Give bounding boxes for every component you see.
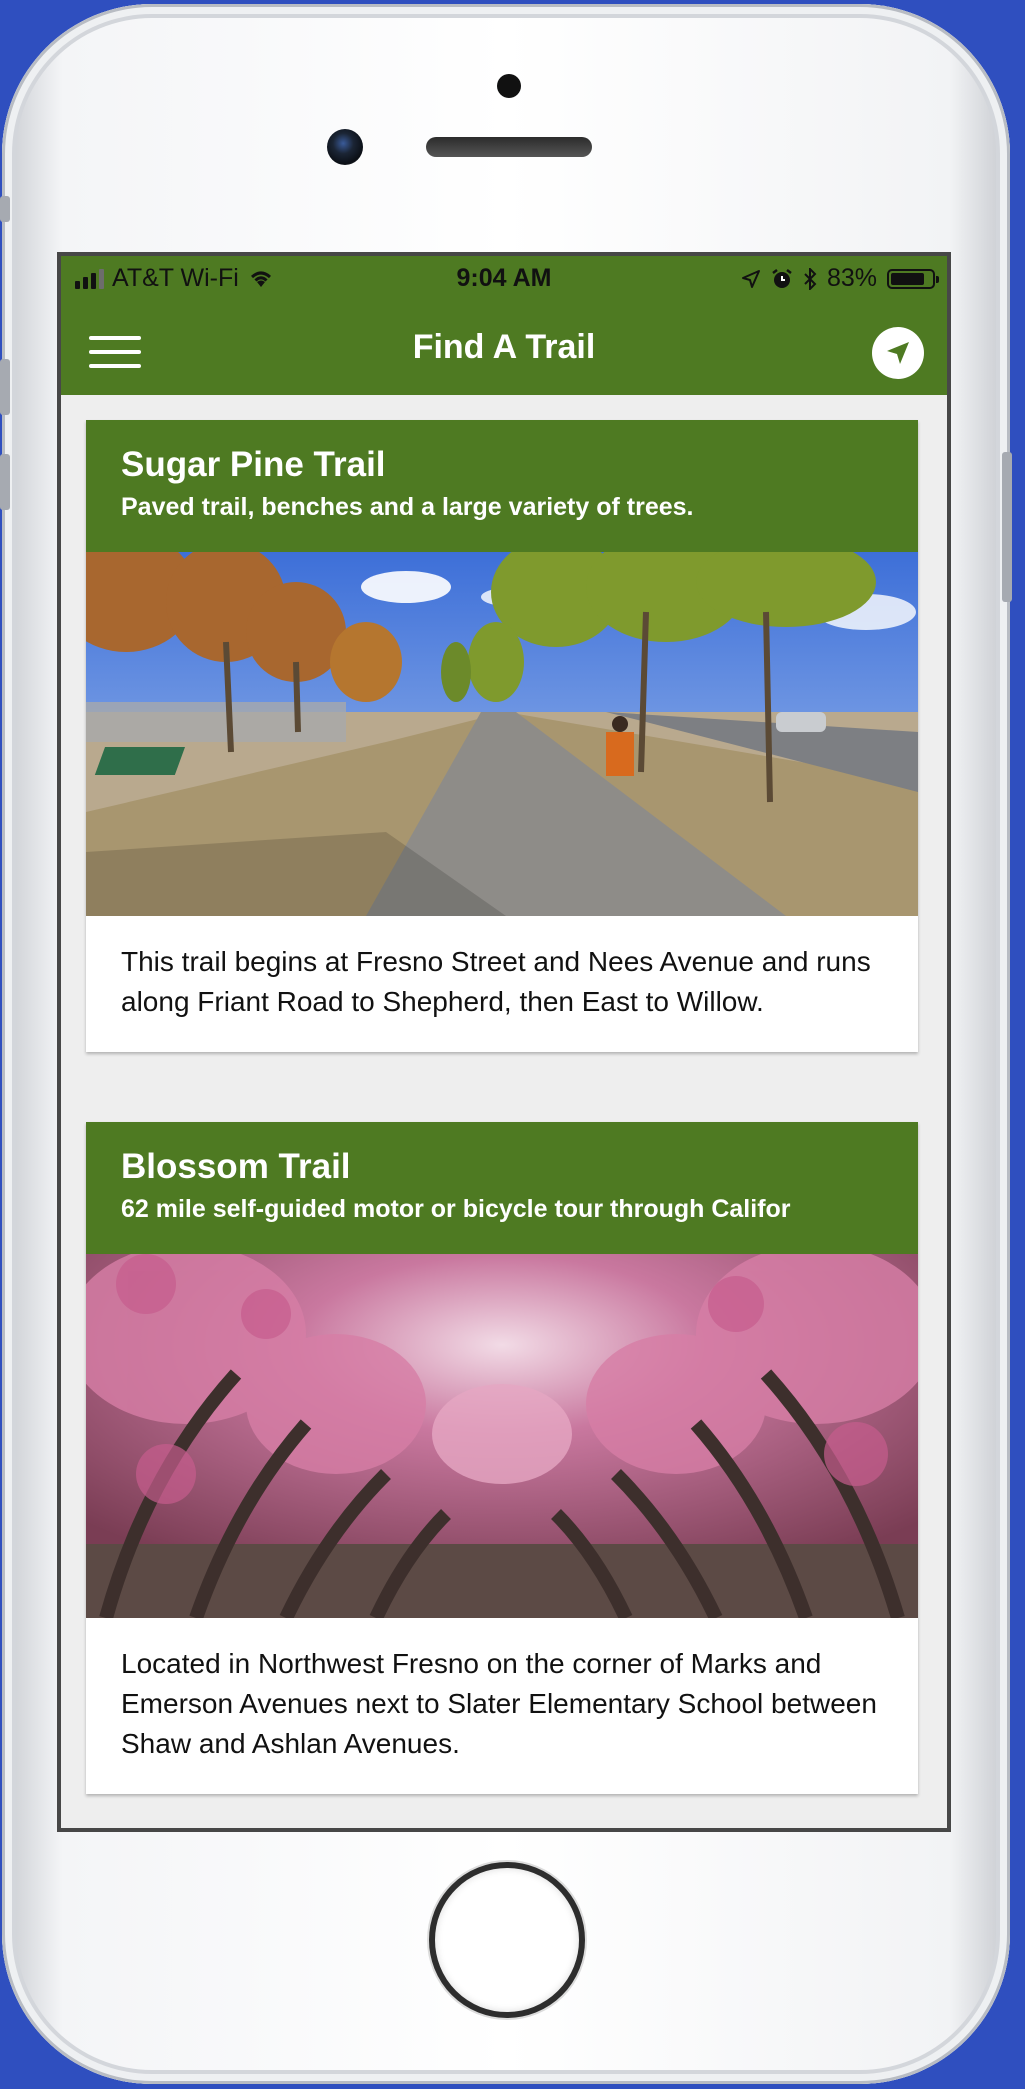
battery-icon: [887, 268, 939, 289]
status-right: 83%: [741, 264, 939, 293]
trail-subtitle: Paved trail, benches and a large variety…: [121, 493, 694, 521]
bluetooth-icon: [804, 267, 817, 290]
front-camera: [327, 129, 363, 165]
status-bar: AT&T Wi-Fi 9:04 AM 83%: [61, 256, 947, 300]
battery-level: [891, 272, 924, 285]
mute-switch: [0, 196, 10, 222]
trail-subtitle: 62 mile self-guided motor or bicycle tou…: [121, 1195, 791, 1223]
trail-description: Located in Northwest Fresno on the corne…: [121, 1648, 877, 1759]
trail-card-header: Sugar Pine Trail Paved trail, benches an…: [86, 420, 918, 552]
page-title: Find A Trail: [412, 328, 596, 366]
trail-description: This trail begins at Fresno Street and N…: [121, 946, 871, 1017]
trail-title: Blossom Trail: [121, 1147, 351, 1186]
volume-up-button: [0, 359, 10, 415]
alarm-icon: [772, 268, 792, 288]
location-services-icon: [741, 269, 760, 288]
location-arrow-icon: [887, 342, 909, 364]
power-button: [1002, 452, 1012, 602]
battery-percent: 83%: [826, 264, 877, 292]
home-button[interactable]: [429, 1862, 585, 2018]
trail-photo: [86, 552, 918, 916]
locate-me-button[interactable]: [872, 327, 924, 379]
trail-title: Sugar Pine Trail: [121, 445, 386, 484]
earpiece-speaker: [426, 137, 592, 157]
trail-photo: [86, 1254, 918, 1618]
volume-down-button: [0, 454, 10, 510]
phone-frame: AT&T Wi-Fi 9:04 AM 83% Find A Trail Suga…: [0, 4, 1012, 2084]
app-header: AT&T Wi-Fi 9:04 AM 83% Find A Trail: [61, 256, 947, 395]
trail-card-blossom[interactable]: Blossom Trail 62 mile self-guided motor …: [86, 1122, 918, 1794]
trail-card-sugar-pine[interactable]: Sugar Pine Trail Paved trail, benches an…: [86, 420, 918, 1052]
app-screen: AT&T Wi-Fi 9:04 AM 83% Find A Trail Suga…: [57, 252, 951, 1832]
trail-card-header: Blossom Trail 62 mile self-guided motor …: [86, 1122, 918, 1254]
proximity-sensor: [497, 74, 521, 98]
